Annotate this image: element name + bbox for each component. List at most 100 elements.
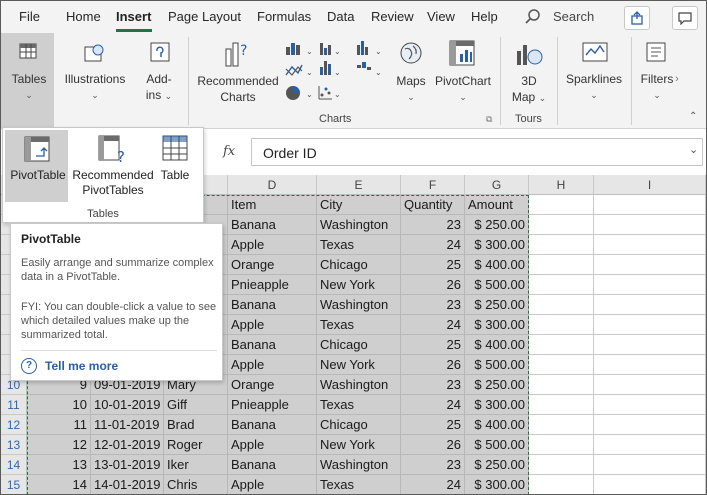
maps-button[interactable]: Maps xyxy=(391,73,431,89)
table-cell[interactable]: 13 xyxy=(27,455,91,475)
empty-cell[interactable] xyxy=(529,375,594,395)
table-cell[interactable]: Washington xyxy=(317,295,401,315)
table-cell[interactable]: $ 400.00 xyxy=(465,255,529,275)
table-cell[interactable]: Orange xyxy=(228,255,317,275)
chart-type-icons-left[interactable]: ⌄ ⌄ ⌄ ⌄ ⌄ ⌄ xyxy=(284,39,344,109)
empty-cell[interactable] xyxy=(594,275,706,295)
menu-review[interactable]: Review xyxy=(371,9,414,24)
table-cell[interactable]: 24 xyxy=(401,475,465,494)
table-cell[interactable]: 25 xyxy=(401,415,465,435)
empty-cell[interactable] xyxy=(529,315,594,335)
table-cell[interactable]: Banana xyxy=(228,215,317,235)
column-header[interactable]: I xyxy=(594,175,706,195)
empty-cell[interactable] xyxy=(594,235,706,255)
table-cell[interactable]: New York xyxy=(317,275,401,295)
tell-me-more-link[interactable]: Tell me more xyxy=(45,359,118,373)
insert-function-icon[interactable]: fx xyxy=(223,144,235,159)
table-cell[interactable]: Orange xyxy=(228,375,317,395)
table-cell[interactable]: $ 300.00 xyxy=(465,475,529,494)
table-cell[interactable]: 10-01-2019 xyxy=(91,395,164,415)
empty-cell[interactable] xyxy=(594,295,706,315)
table-cell[interactable]: 26 xyxy=(401,355,465,375)
column-header[interactable]: E xyxy=(317,175,401,195)
empty-cell[interactable] xyxy=(594,375,706,395)
row-header[interactable]: 12 xyxy=(1,415,27,435)
table-cell[interactable]: $ 300.00 xyxy=(465,315,529,335)
table-button[interactable]: Table xyxy=(155,168,195,183)
empty-cell[interactable] xyxy=(594,455,706,475)
table-cell[interactable]: 14 xyxy=(27,475,91,494)
table-cell[interactable]: Banana xyxy=(228,295,317,315)
table-cell[interactable]: 23 xyxy=(401,215,465,235)
table-cell[interactable]: Chicago xyxy=(317,335,401,355)
empty-cell[interactable] xyxy=(594,475,706,494)
empty-cell[interactable] xyxy=(594,395,706,415)
menu-home[interactable]: Home xyxy=(66,9,101,24)
table-cell[interactable]: New York xyxy=(317,355,401,375)
help-icon[interactable]: ? xyxy=(21,358,37,374)
row-header[interactable]: 11 xyxy=(1,395,27,415)
table-cell[interactable]: Banana xyxy=(228,455,317,475)
table-cell[interactable]: 23 xyxy=(401,455,465,475)
table-cell[interactable]: Pnieapple xyxy=(228,275,317,295)
table-cell[interactable]: Apple xyxy=(228,475,317,494)
3d-map-button[interactable]: 3D xyxy=(509,73,549,89)
comments-button[interactable] xyxy=(672,6,698,30)
table-cell[interactable]: Chicago xyxy=(317,415,401,435)
empty-cell[interactable] xyxy=(529,475,594,494)
empty-cell[interactable] xyxy=(594,215,706,235)
table-cell[interactable]: 25 xyxy=(401,255,465,275)
table-cell[interactable]: 11 xyxy=(27,415,91,435)
empty-cell[interactable] xyxy=(529,415,594,435)
empty-cell[interactable] xyxy=(529,275,594,295)
chart-type-icons-right[interactable]: ⌄ ⌄ xyxy=(355,39,387,79)
table-cell[interactable]: $ 500.00 xyxy=(465,355,529,375)
table-cell[interactable]: Texas xyxy=(317,235,401,255)
recommended-pivottables-button[interactable]: Recommended xyxy=(67,168,159,183)
header-cell[interactable]: City xyxy=(317,195,401,215)
table-cell[interactable]: 23 xyxy=(401,375,465,395)
row-header[interactable]: 15 xyxy=(1,475,27,494)
empty-cell[interactable] xyxy=(529,255,594,275)
table-cell[interactable]: $ 400.00 xyxy=(465,335,529,355)
table-cell[interactable]: $ 250.00 xyxy=(465,375,529,395)
empty-cell[interactable] xyxy=(529,435,594,455)
empty-cell[interactable] xyxy=(594,255,706,275)
expand-formula-bar-icon[interactable]: ⌄ xyxy=(689,143,698,156)
table-cell[interactable]: $ 500.00 xyxy=(465,435,529,455)
empty-cell[interactable] xyxy=(594,355,706,375)
table-cell[interactable]: 23 xyxy=(401,295,465,315)
table-cell[interactable]: Texas xyxy=(317,395,401,415)
table-cell[interactable]: $ 300.00 xyxy=(465,395,529,415)
table-cell[interactable]: 25 xyxy=(401,335,465,355)
empty-cell[interactable] xyxy=(529,395,594,415)
menu-view[interactable]: View xyxy=(427,9,455,24)
search-icon[interactable] xyxy=(524,8,542,26)
empty-cell[interactable] xyxy=(594,435,706,455)
sparklines-button[interactable]: Sparklines xyxy=(562,71,626,87)
table-cell[interactable]: 12 xyxy=(27,435,91,455)
table-cell[interactable]: New York xyxy=(317,435,401,455)
table-cell[interactable]: Pnieapple xyxy=(228,395,317,415)
empty-cell[interactable] xyxy=(529,335,594,355)
column-header[interactable]: G xyxy=(465,175,529,195)
table-cell[interactable]: Giff xyxy=(164,395,228,415)
menu-help[interactable]: Help xyxy=(471,9,498,24)
collapse-ribbon-icon[interactable]: ⌃ xyxy=(689,111,697,122)
empty-cell[interactable] xyxy=(529,215,594,235)
empty-cell[interactable] xyxy=(529,455,594,475)
table-cell[interactable]: 26 xyxy=(401,275,465,295)
formula-input[interactable] xyxy=(251,138,703,166)
column-header[interactable]: F xyxy=(401,175,465,195)
empty-cell[interactable] xyxy=(594,315,706,335)
empty-cell[interactable] xyxy=(529,195,594,215)
search-label[interactable]: Search xyxy=(553,9,594,24)
table-cell[interactable]: Chicago xyxy=(317,255,401,275)
menu-insert[interactable]: Insert xyxy=(116,9,151,24)
table-cell[interactable]: Texas xyxy=(317,315,401,335)
filters-button[interactable]: Filters xyxy=(637,71,677,87)
empty-cell[interactable] xyxy=(594,195,706,215)
share-button[interactable] xyxy=(624,6,650,30)
table-cell[interactable]: Chris xyxy=(164,475,228,494)
table-cell[interactable]: 13-01-2019 xyxy=(91,455,164,475)
